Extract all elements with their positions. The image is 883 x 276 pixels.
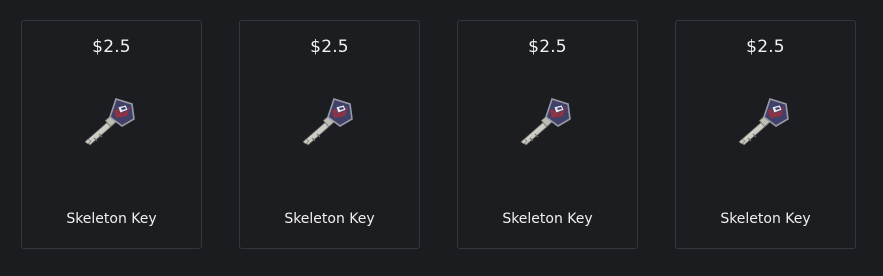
item-card[interactable]: $2.5 Skeleton Key	[457, 20, 638, 249]
item-name: Skeleton Key	[284, 211, 375, 227]
item-card[interactable]: $2.5 Skeleton Key	[21, 20, 202, 249]
key-icon	[738, 98, 789, 146]
item-name: Skeleton Key	[720, 211, 811, 227]
item-grid: $2.5 Skeleton Key $2.5 Skeleton Key $2.5…	[0, 0, 883, 276]
key-icon	[84, 98, 135, 146]
key-icon	[302, 98, 353, 146]
item-price: $2.5	[310, 37, 349, 57]
item-price: $2.5	[528, 37, 567, 57]
item-name: Skeleton Key	[66, 211, 157, 227]
item-price: $2.5	[746, 37, 785, 57]
item-card[interactable]: $2.5 Skeleton Key	[239, 20, 420, 249]
item-price: $2.5	[92, 37, 131, 57]
item-name: Skeleton Key	[502, 211, 593, 227]
item-card[interactable]: $2.5 Skeleton Key	[675, 20, 856, 249]
key-icon	[520, 98, 571, 146]
